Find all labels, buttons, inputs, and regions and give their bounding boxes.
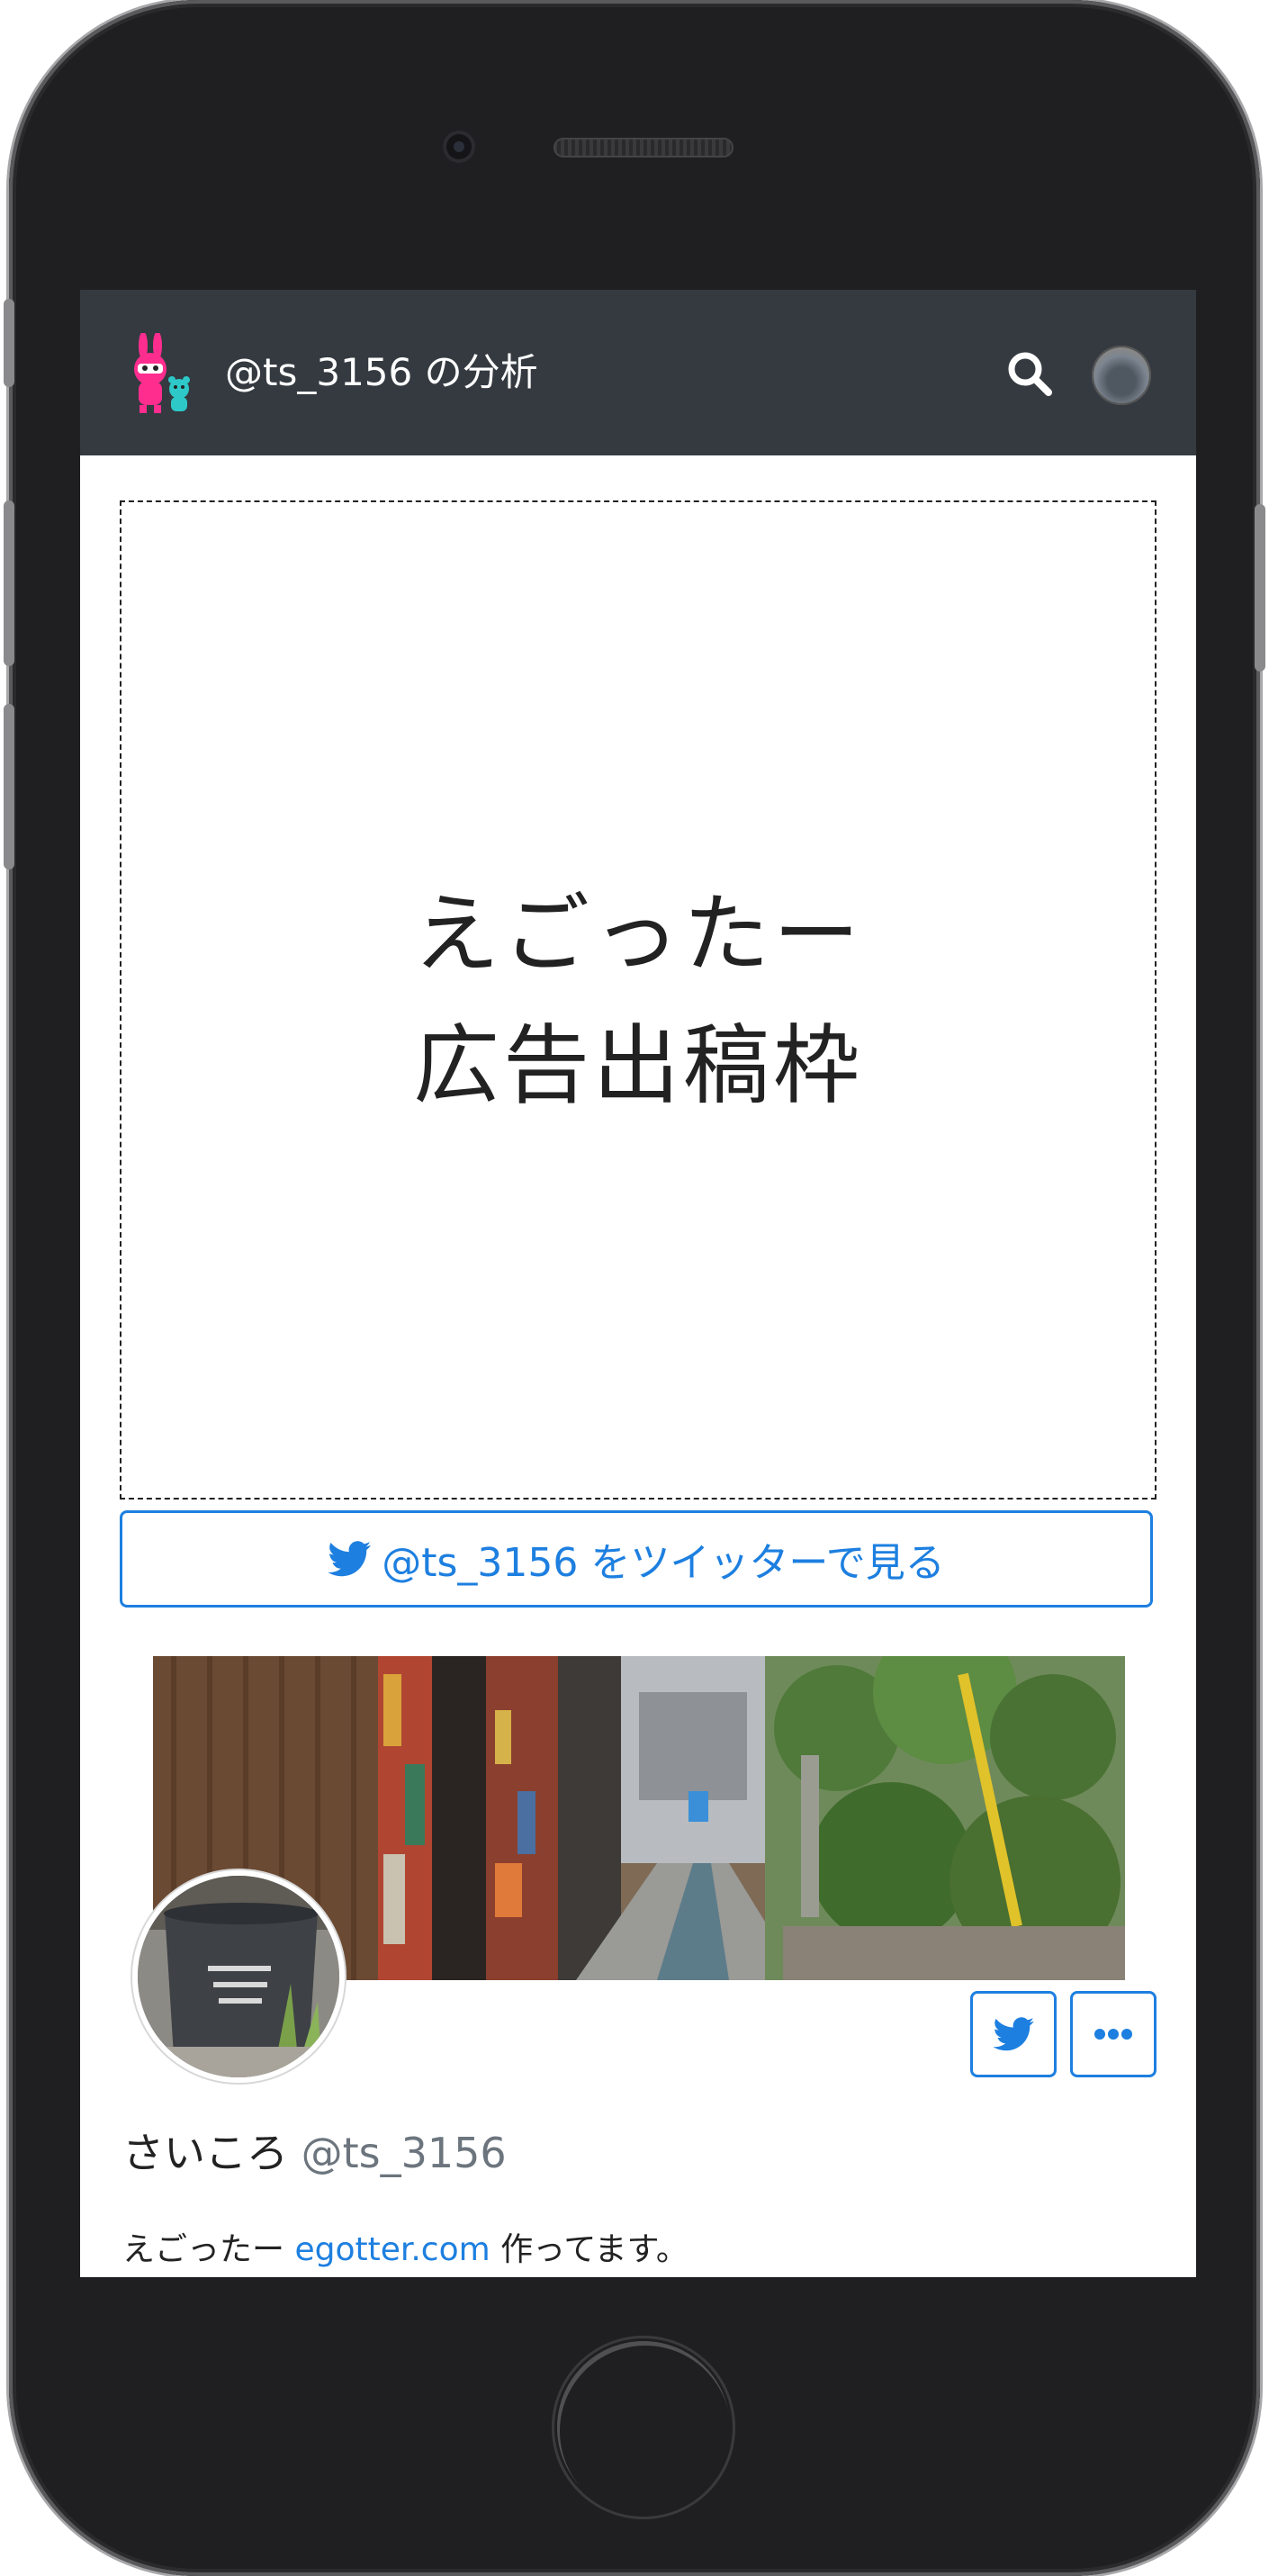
- view-on-twitter-label: @ts_3156 をツイッターで見る: [382, 1540, 945, 1586]
- twitter-bird-icon: [993, 2017, 1034, 2051]
- screen: @ts_3156 の分析 えごったー 広告出稿枠 @ts_3156 をツイッター…: [80, 290, 1196, 2277]
- profile-display-name: さいころ: [122, 2129, 288, 2177]
- profile-avatar[interactable]: [132, 1870, 345, 2083]
- earpiece-speaker: [554, 138, 734, 158]
- page-title: @ts_3156 の分析: [225, 350, 538, 394]
- rabbit-mascot-icon[interactable]: [125, 333, 201, 414]
- twitter-profile-button[interactable]: [970, 1991, 1057, 2077]
- bio-suffix: 作ってます。: [490, 2231, 688, 2268]
- view-on-twitter-button[interactable]: @ts_3156 をツイッターで見る: [120, 1510, 1153, 1608]
- ad-line-2: 広告出稿枠: [413, 1015, 863, 1116]
- profile-avatar-image: [138, 1876, 339, 2077]
- front-camera: [443, 131, 475, 163]
- profile-bio: えごったー egotter.com 作ってます。: [122, 2223, 688, 2270]
- bio-prefix: えごったー: [122, 2231, 295, 2268]
- bio-link[interactable]: egotter.com: [294, 2231, 490, 2268]
- more-dots-icon: [1094, 2029, 1132, 2040]
- user-avatar[interactable]: [1092, 346, 1151, 405]
- ad-line-1: えごったー: [413, 884, 863, 985]
- search-icon[interactable]: [1005, 349, 1054, 398]
- more-options-button[interactable]: [1070, 1991, 1156, 2077]
- navbar: @ts_3156 の分析: [80, 290, 1196, 455]
- phone-frame: @ts_3156 の分析 えごったー 広告出稿枠 @ts_3156 をツイッター…: [4, 0, 1265, 2576]
- mute-switch: [4, 299, 14, 387]
- home-button[interactable]: [552, 2336, 735, 2519]
- twitter-bird-icon: [328, 1541, 372, 1577]
- ad-text: えごったー 広告出稿枠: [413, 869, 863, 1131]
- profile-name-line: さいころ @ts_3156: [122, 2121, 507, 2180]
- volume-up-button: [4, 500, 14, 666]
- profile-handle: @ts_3156: [301, 2129, 507, 2177]
- power-button: [1255, 504, 1265, 671]
- ad-slot[interactable]: えごったー 広告出稿枠: [120, 500, 1156, 1500]
- volume-down-button: [4, 704, 14, 869]
